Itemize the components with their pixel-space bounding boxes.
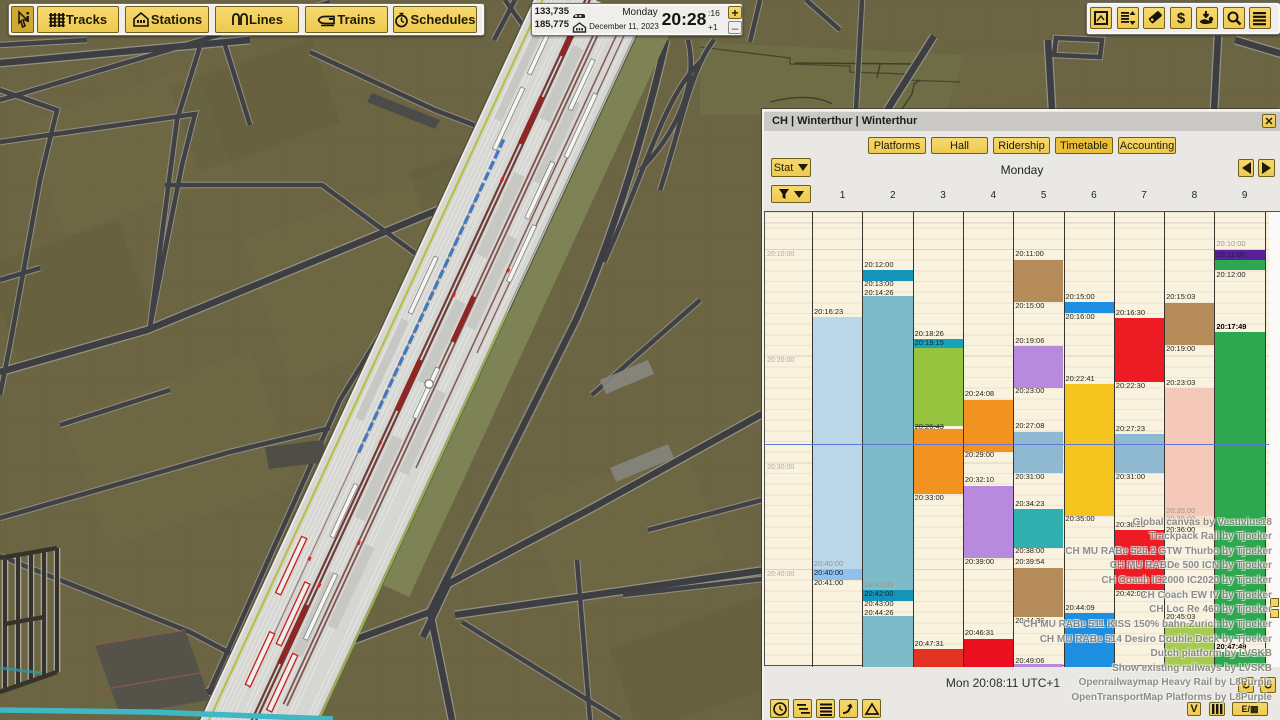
svg-text:$: $: [1176, 10, 1185, 27]
